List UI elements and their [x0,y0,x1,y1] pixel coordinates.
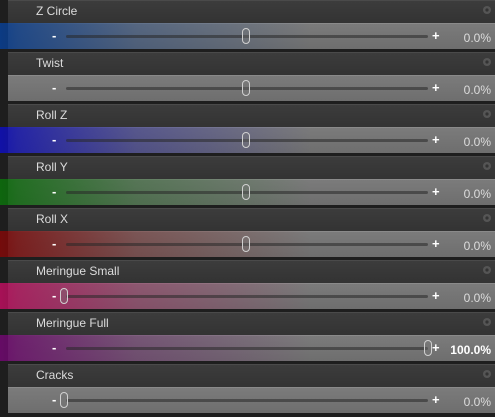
decrease-button[interactable]: - [52,133,56,146]
slider-value[interactable]: 0.0% [464,395,491,409]
slider-label: Meringue Full [36,316,109,330]
slider-row-roll-z: Roll Z - + 0.0% [0,104,495,154]
decrease-button[interactable]: - [52,289,56,302]
gear-icon[interactable] [481,108,493,120]
gear-icon[interactable] [481,160,493,172]
decrease-button[interactable]: - [52,341,56,354]
gear-icon[interactable] [481,264,493,276]
increase-button[interactable]: + [432,237,440,251]
slider-value[interactable]: 0.0% [464,291,491,305]
slider-label: Meringue Small [36,264,120,278]
slider-label: Twist [36,56,64,70]
slider-value[interactable]: 100.0% [450,343,491,357]
slider-value[interactable]: 0.0% [464,187,491,201]
slider-header [8,52,495,75]
decrease-button[interactable]: - [52,237,56,250]
slider-knob[interactable] [242,236,250,252]
slider-groove[interactable] [66,347,428,350]
slider-row-z-circle: Z Circle - + 0.0% [0,0,495,50]
slider-row-roll-x: Roll X - + 0.0% [0,208,495,258]
slider-row-meringue-small: Meringue Small - + 0.0% [0,260,495,310]
increase-button[interactable]: + [432,185,440,199]
slider-header [8,208,495,231]
decrease-button[interactable]: - [52,185,56,198]
increase-button[interactable]: + [432,393,440,407]
slider-knob[interactable] [242,184,250,200]
slider-value[interactable]: 0.0% [464,239,491,253]
increase-button[interactable]: + [432,289,440,303]
slider-label: Z Circle [36,4,78,18]
slider-label: Cracks [36,368,74,382]
slider-header [8,104,495,127]
slider-header [8,156,495,179]
gear-icon[interactable] [481,212,493,224]
decrease-button[interactable]: - [52,81,56,94]
morph-sliders-panel: Z Circle - + 0.0% Twist - + 0.0% Roll Z … [0,0,495,417]
slider-row-twist: Twist - + 0.0% [0,52,495,102]
slider-knob[interactable] [242,28,250,44]
slider-knob[interactable] [424,340,432,356]
slider-row-cracks: Cracks - + 0.0% [0,364,495,414]
slider-label: Roll X [36,212,69,226]
decrease-button[interactable]: - [52,393,56,406]
slider-groove[interactable] [66,399,428,402]
slider-groove[interactable] [66,295,428,298]
slider-row-meringue-full: Meringue Full - + 100.0% [0,312,495,362]
gear-icon[interactable] [481,56,493,68]
slider-knob[interactable] [242,80,250,96]
slider-row-roll-y: Roll Y - + 0.0% [0,156,495,206]
slider-label: Roll Y [36,160,68,174]
slider-value[interactable]: 0.0% [464,31,491,45]
slider-knob[interactable] [242,132,250,148]
increase-button[interactable]: + [432,81,440,95]
decrease-button[interactable]: - [52,29,56,42]
slider-label: Roll Z [36,108,68,122]
gear-icon[interactable] [481,368,493,380]
slider-header [8,0,495,23]
slider-knob[interactable] [60,392,68,408]
slider-knob[interactable] [60,288,68,304]
slider-value[interactable]: 0.0% [464,83,491,97]
slider-value[interactable]: 0.0% [464,135,491,149]
gear-icon[interactable] [481,4,493,16]
increase-button[interactable]: + [432,29,440,43]
increase-button[interactable]: + [432,133,440,147]
gear-icon[interactable] [481,316,493,328]
slider-header [8,364,495,387]
increase-button[interactable]: + [432,341,440,355]
